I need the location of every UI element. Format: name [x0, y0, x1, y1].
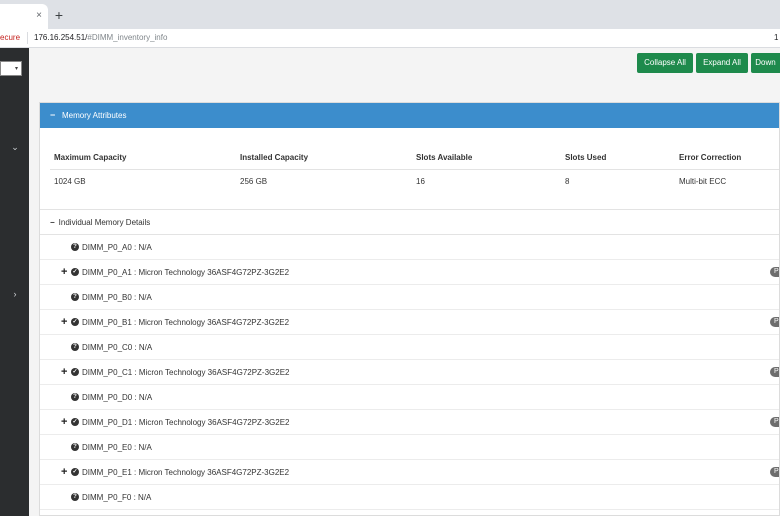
dimm-label: DIMM_P0_D0 : N/A: [82, 393, 153, 402]
dimm-row[interactable]: + ✓ DIMM_P0_E1 : Micron Technology 36ASF4G…: [40, 460, 779, 485]
dimm-label: DIMM_P0_C0 : N/A: [82, 343, 153, 352]
dimm-row: ? DIMM_P0_B0 : N/A: [40, 285, 779, 310]
tab-strip: × +: [0, 0, 780, 29]
status-badge: P: [770, 267, 779, 277]
value-maximum-capacity: 1024 GB: [54, 177, 86, 186]
question-circle-icon: ?: [71, 393, 79, 401]
dimm-row: ? DIMM_P0_C0 : N/A: [40, 335, 779, 360]
value-slots-available: 16: [416, 177, 425, 186]
check-circle-icon: ✓: [71, 368, 79, 376]
status-badge: P: [770, 367, 779, 377]
sidebar: ▾ ⌄ ›: [0, 48, 29, 516]
memory-attributes-panel: − Memory Attributes Maximum Capacity Ins…: [39, 102, 780, 516]
dimm-label: DIMM_P0_D1 : Micron Technology 36ASF4G72…: [82, 418, 290, 427]
download-button[interactable]: Down: [751, 53, 780, 73]
sidebar-select[interactable]: ▾: [0, 61, 22, 76]
check-circle-icon: ✓: [71, 468, 79, 476]
header-maximum-capacity: Maximum Capacity: [54, 153, 127, 162]
dimm-row[interactable]: + ✓ DIMM_P0_A1 : Micron Technology 36ASF4G…: [40, 260, 779, 285]
new-tab-icon[interactable]: +: [52, 8, 66, 22]
expand-icon[interactable]: +: [61, 417, 67, 428]
expand-icon[interactable]: +: [61, 467, 67, 478]
chevron-right-icon[interactable]: ›: [10, 289, 20, 299]
panel-title: Memory Attributes: [62, 111, 127, 120]
close-icon[interactable]: ×: [33, 10, 45, 22]
status-badge: P: [770, 317, 779, 327]
question-circle-icon: ?: [71, 443, 79, 451]
individual-memory-title: Individual Memory Details: [58, 218, 151, 227]
dimm-row[interactable]: + ✓ DIMM_P0_D1 : Micron Technology 36ASF4G…: [40, 410, 779, 435]
value-installed-capacity: 256 GB: [240, 177, 268, 186]
header-error-correction: Error Correction: [679, 153, 742, 162]
url-host: 176.16.254.51/: [34, 33, 88, 42]
question-circle-icon: ?: [71, 493, 79, 501]
dimm-row[interactable]: + ✓ DIMM_P0_B1 : Micron Technology 36ASF4G…: [40, 310, 779, 335]
header-installed-capacity: Installed Capacity: [240, 153, 309, 162]
dimm-label: DIMM_P0_A0 : N/A: [82, 243, 152, 252]
dimm-label: DIMM_P0_C1 : Micron Technology 36ASF4G72…: [82, 368, 290, 377]
url-text[interactable]: 176.16.254.51/#DIMM_inventory_info: [34, 33, 167, 42]
status-badge: P: [770, 467, 779, 477]
status-badge: P: [770, 417, 779, 427]
question-circle-icon: ?: [71, 243, 79, 251]
chevron-down-icon[interactable]: ⌄: [10, 142, 20, 153]
expand-icon[interactable]: +: [61, 367, 67, 378]
dimm-label: DIMM_P0_E0 : N/A: [82, 443, 152, 452]
address-bar-right-glyph: 1: [774, 33, 779, 42]
dimm-row[interactable]: + ✓ DIMM_P0_C1 : Micron Technology 36ASF4G…: [40, 360, 779, 385]
collapse-icon[interactable]: −: [50, 218, 55, 227]
dimm-label: DIMM_P0_B0 : N/A: [82, 293, 152, 302]
main-content: Collapse All Expand All Down − Memory At…: [29, 48, 780, 516]
browser-window: × + ecure 176.16.254.51/#DIMM_inventory_…: [0, 0, 780, 516]
caret-down-icon: ▾: [14, 66, 18, 72]
expand-icon[interactable]: +: [61, 317, 67, 328]
expand-all-button[interactable]: Expand All: [696, 53, 748, 73]
question-circle-icon: ?: [71, 343, 79, 351]
value-slots-used: 8: [565, 177, 570, 186]
dimm-row: ? DIMM_P0_F0 : N/A: [40, 485, 779, 510]
dimm-row: ? DIMM_P0_D0 : N/A: [40, 385, 779, 410]
value-error-correction: Multi-bit ECC: [679, 177, 727, 186]
individual-memory-header[interactable]: − Individual Memory Details: [50, 218, 150, 227]
dimm-label: DIMM_P0_E1 : Micron Technology 36ASF4G72…: [82, 468, 290, 477]
dimm-row: ? DIMM_P0_E0 : N/A: [40, 435, 779, 460]
header-slots-used: Slots Used: [565, 153, 607, 162]
url-path: #DIMM_inventory_info: [87, 33, 168, 42]
check-circle-icon: ✓: [71, 418, 79, 426]
dimm-label: DIMM_P0_B1 : Micron Technology 36ASF4G72…: [82, 318, 290, 327]
check-circle-icon: ✓: [71, 268, 79, 276]
address-bar[interactable]: ecure 176.16.254.51/#DIMM_inventory_info…: [0, 29, 780, 48]
table-divider: [50, 169, 779, 170]
question-circle-icon: ?: [71, 293, 79, 301]
dimm-label: DIMM_P0_F0 : N/A: [82, 493, 152, 502]
check-circle-icon: ✓: [71, 318, 79, 326]
row-divider: [40, 509, 779, 510]
dimm-label: DIMM_P0_A1 : Micron Technology 36ASF4G72…: [82, 268, 290, 277]
header-slots-available: Slots Available: [416, 153, 473, 162]
section-divider: [40, 209, 779, 210]
collapse-icon[interactable]: −: [50, 110, 55, 120]
panel-header[interactable]: − Memory Attributes: [40, 103, 779, 128]
collapse-all-button[interactable]: Collapse All: [637, 53, 693, 73]
address-divider: [27, 32, 28, 44]
security-status[interactable]: ecure: [0, 33, 20, 42]
browser-tab[interactable]: ×: [0, 4, 48, 29]
dimm-row: ? DIMM_P0_A0 : N/A: [40, 235, 779, 260]
expand-icon[interactable]: +: [61, 267, 67, 278]
